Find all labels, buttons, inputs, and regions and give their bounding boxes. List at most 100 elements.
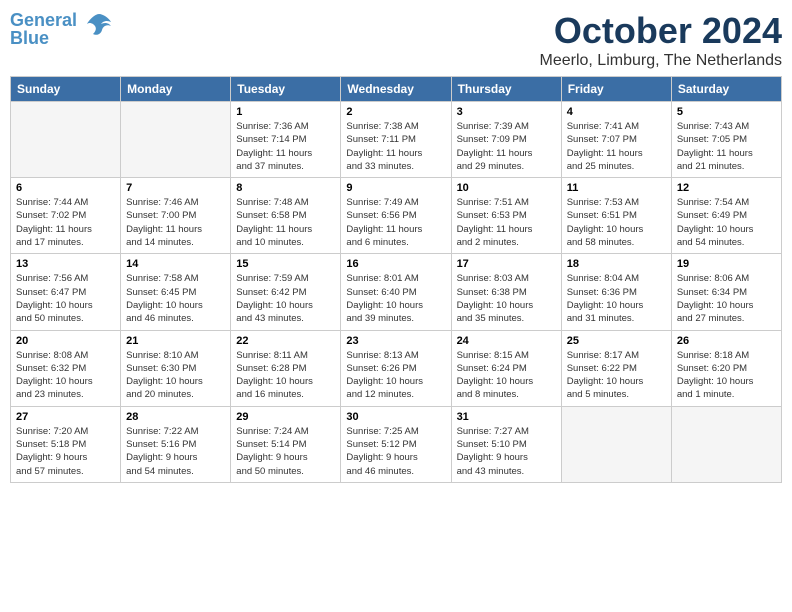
day-number: 12 xyxy=(677,182,776,194)
day-header-thursday: Thursday xyxy=(451,77,561,102)
day-number: 8 xyxy=(236,182,335,194)
calendar-week-row: 27Sunrise: 7:20 AM Sunset: 5:18 PM Dayli… xyxy=(11,406,782,482)
calendar-day-23: 23 Sunrise: 8:13 AM Sunset: 6:26 PM Dayli… xyxy=(341,330,451,406)
day-detail: Sunrise: 8:15 AM Sunset: 6:24 PM Dayligh… xyxy=(457,349,556,402)
day-detail: Sunrise: 7:44 AM Sunset: 7:02 PM Dayligh… xyxy=(16,196,115,249)
day-number: 23 xyxy=(346,335,445,347)
day-detail: Sunrise: 7:59 AM Sunset: 6:42 PM Dayligh… xyxy=(236,272,335,325)
calendar-day-16: 16Sunrise: 8:01 AM Sunset: 6:40 PM Dayli… xyxy=(341,254,451,330)
day-detail: Sunrise: 8:03 AM Sunset: 6:38 PM Dayligh… xyxy=(457,272,556,325)
calendar-day-5: 5 Sunrise: 7:43 AM Sunset: 7:05 PM Daylig… xyxy=(671,102,781,178)
day-number: 22 xyxy=(236,335,335,347)
calendar-day-13: 13 Sunrise: 7:56 AM Sunset: 6:47 PM Dayli… xyxy=(11,254,121,330)
location-subtitle: Meerlo, Limburg, The Netherlands xyxy=(540,52,783,70)
day-number: 17 xyxy=(457,258,556,270)
month-title: October 2024 xyxy=(540,10,783,52)
calendar-week-row: 13 Sunrise: 7:56 AM Sunset: 6:47 PM Dayli… xyxy=(11,254,782,330)
calendar-week-row: 20 Sunrise: 8:08 AM Sunset: 6:32 PM Dayli… xyxy=(11,330,782,406)
calendar-day-empty xyxy=(561,406,671,482)
calendar-day-6: 6 Sunrise: 7:44 AM Sunset: 7:02 PM Daylig… xyxy=(11,178,121,254)
day-detail: Sunrise: 8:13 AM Sunset: 6:26 PM Dayligh… xyxy=(346,349,445,402)
day-detail: Sunrise: 7:39 AM Sunset: 7:09 PM Dayligh… xyxy=(457,120,556,173)
calendar-table: SundayMondayTuesdayWednesdayThursdayFrid… xyxy=(10,76,782,483)
calendar-day-17: 17 Sunrise: 8:03 AM Sunset: 6:38 PM Dayli… xyxy=(451,254,561,330)
day-header-friday: Friday xyxy=(561,77,671,102)
day-detail: Sunrise: 8:06 AM Sunset: 6:34 PM Dayligh… xyxy=(677,272,776,325)
calendar-day-empty xyxy=(11,102,121,178)
day-detail: Sunrise: 8:10 AM Sunset: 6:30 PM Dayligh… xyxy=(126,349,225,402)
day-detail: Sunrise: 7:24 AM Sunset: 5:14 PM Dayligh… xyxy=(236,425,335,478)
day-number: 2 xyxy=(346,106,445,118)
calendar-day-20: 20 Sunrise: 8:08 AM Sunset: 6:32 PM Dayli… xyxy=(11,330,121,406)
calendar-day-26: 26 Sunrise: 8:18 AM Sunset: 6:20 PM Dayli… xyxy=(671,330,781,406)
day-detail: Sunrise: 7:53 AM Sunset: 6:51 PM Dayligh… xyxy=(567,196,666,249)
calendar-day-30: 30 Sunrise: 7:25 AM Sunset: 5:12 PM Dayli… xyxy=(341,406,451,482)
day-detail: Sunrise: 8:17 AM Sunset: 6:22 PM Dayligh… xyxy=(567,349,666,402)
calendar-header-row: SundayMondayTuesdayWednesdayThursdayFrid… xyxy=(11,77,782,102)
calendar-day-27: 27Sunrise: 7:20 AM Sunset: 5:18 PM Dayli… xyxy=(11,406,121,482)
day-number: 6 xyxy=(16,182,115,194)
day-number: 20 xyxy=(16,335,115,347)
calendar-week-row: 6 Sunrise: 7:44 AM Sunset: 7:02 PM Daylig… xyxy=(11,178,782,254)
calendar-day-11: 11 Sunrise: 7:53 AM Sunset: 6:51 PM Dayli… xyxy=(561,178,671,254)
calendar-day-3: 3Sunrise: 7:39 AM Sunset: 7:09 PM Daylig… xyxy=(451,102,561,178)
title-section: October 2024 Meerlo, Limburg, The Nether… xyxy=(540,10,783,70)
day-number: 30 xyxy=(346,411,445,423)
day-number: 5 xyxy=(677,106,776,118)
day-number: 31 xyxy=(457,411,556,423)
page-header: General Blue October 2024 Meerlo, Limbur… xyxy=(10,10,782,70)
logo-blue: Blue xyxy=(10,28,49,48)
day-detail: Sunrise: 7:38 AM Sunset: 7:11 PM Dayligh… xyxy=(346,120,445,173)
day-detail: Sunrise: 8:01 AM Sunset: 6:40 PM Dayligh… xyxy=(346,272,445,325)
day-number: 26 xyxy=(677,335,776,347)
logo-general: General xyxy=(10,10,77,30)
calendar-day-24: 24 Sunrise: 8:15 AM Sunset: 6:24 PM Dayli… xyxy=(451,330,561,406)
calendar-day-1: 1Sunrise: 7:36 AM Sunset: 7:14 PM Daylig… xyxy=(231,102,341,178)
day-number: 25 xyxy=(567,335,666,347)
day-number: 29 xyxy=(236,411,335,423)
calendar-day-14: 14 Sunrise: 7:58 AM Sunset: 6:45 PM Dayli… xyxy=(121,254,231,330)
calendar-day-28: 28 Sunrise: 7:22 AM Sunset: 5:16 PM Dayli… xyxy=(121,406,231,482)
calendar-week-row: 1Sunrise: 7:36 AM Sunset: 7:14 PM Daylig… xyxy=(11,102,782,178)
day-header-monday: Monday xyxy=(121,77,231,102)
day-detail: Sunrise: 7:27 AM Sunset: 5:10 PM Dayligh… xyxy=(457,425,556,478)
day-number: 18 xyxy=(567,258,666,270)
day-number: 1 xyxy=(236,106,335,118)
calendar-day-8: 8 Sunrise: 7:48 AM Sunset: 6:58 PM Daylig… xyxy=(231,178,341,254)
day-header-tuesday: Tuesday xyxy=(231,77,341,102)
day-number: 9 xyxy=(346,182,445,194)
day-number: 24 xyxy=(457,335,556,347)
day-detail: Sunrise: 8:04 AM Sunset: 6:36 PM Dayligh… xyxy=(567,272,666,325)
day-detail: Sunrise: 7:48 AM Sunset: 6:58 PM Dayligh… xyxy=(236,196,335,249)
calendar-day-empty xyxy=(121,102,231,178)
day-detail: Sunrise: 7:56 AM Sunset: 6:47 PM Dayligh… xyxy=(16,272,115,325)
day-detail: Sunrise: 7:25 AM Sunset: 5:12 PM Dayligh… xyxy=(346,425,445,478)
day-detail: Sunrise: 7:46 AM Sunset: 7:00 PM Dayligh… xyxy=(126,196,225,249)
calendar-day-15: 15 Sunrise: 7:59 AM Sunset: 6:42 PM Dayli… xyxy=(231,254,341,330)
calendar-day-empty xyxy=(671,406,781,482)
day-number: 10 xyxy=(457,182,556,194)
calendar-day-7: 7 Sunrise: 7:46 AM Sunset: 7:00 PM Daylig… xyxy=(121,178,231,254)
day-detail: Sunrise: 7:22 AM Sunset: 5:16 PM Dayligh… xyxy=(126,425,225,478)
day-detail: Sunrise: 7:43 AM Sunset: 7:05 PM Dayligh… xyxy=(677,120,776,173)
calendar-day-25: 25 Sunrise: 8:17 AM Sunset: 6:22 PM Dayli… xyxy=(561,330,671,406)
day-detail: Sunrise: 8:08 AM Sunset: 6:32 PM Dayligh… xyxy=(16,349,115,402)
day-number: 14 xyxy=(126,258,225,270)
day-number: 13 xyxy=(16,258,115,270)
day-header-wednesday: Wednesday xyxy=(341,77,451,102)
calendar-day-12: 12Sunrise: 7:54 AM Sunset: 6:49 PM Dayli… xyxy=(671,178,781,254)
calendar-day-18: 18 Sunrise: 8:04 AM Sunset: 6:36 PM Dayli… xyxy=(561,254,671,330)
calendar-day-29: 29 Sunrise: 7:24 AM Sunset: 5:14 PM Dayli… xyxy=(231,406,341,482)
day-detail: Sunrise: 8:18 AM Sunset: 6:20 PM Dayligh… xyxy=(677,349,776,402)
day-number: 4 xyxy=(567,106,666,118)
day-number: 28 xyxy=(126,411,225,423)
day-number: 15 xyxy=(236,258,335,270)
calendar-day-21: 21Sunrise: 8:10 AM Sunset: 6:30 PM Dayli… xyxy=(121,330,231,406)
day-detail: Sunrise: 7:58 AM Sunset: 6:45 PM Dayligh… xyxy=(126,272,225,325)
logo: General Blue xyxy=(10,10,115,47)
day-number: 11 xyxy=(567,182,666,194)
logo-bird-icon xyxy=(83,10,115,47)
day-detail: Sunrise: 7:20 AM Sunset: 5:18 PM Dayligh… xyxy=(16,425,115,478)
day-number: 7 xyxy=(126,182,225,194)
day-detail: Sunrise: 8:11 AM Sunset: 6:28 PM Dayligh… xyxy=(236,349,335,402)
